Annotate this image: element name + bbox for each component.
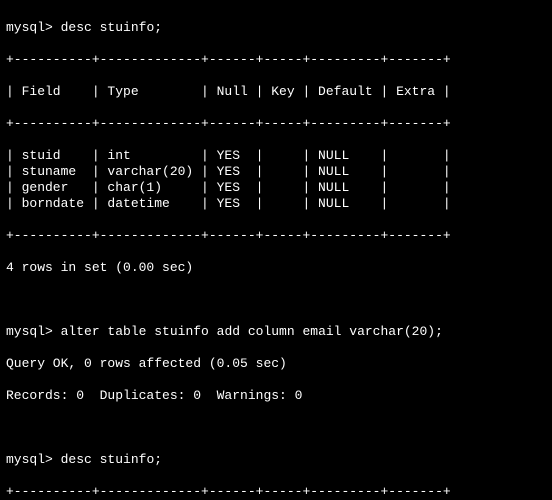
table1-border-top: +----------+-------------+------+-----+-… [6,52,546,68]
command-desc-2: desc stuinfo; [61,452,162,467]
table2-border-top: +----------+-------------+------+-----+-… [6,484,546,500]
command-alter: alter table stuinfo add column email var… [61,324,443,339]
blank-1 [6,292,546,308]
prompt-line-1[interactable]: mysql> desc stuinfo; [6,20,546,36]
prompt: mysql> [6,20,53,35]
blank-2 [6,420,546,436]
table1-border-bot: +----------+-------------+------+-----+-… [6,228,546,244]
alter-result-1: Query OK, 0 rows affected (0.05 sec) [6,356,546,372]
command-desc-1: desc stuinfo; [61,20,162,35]
terminal-output: mysql> desc stuinfo; +----------+-------… [0,0,552,500]
table1-body: | stuid | int | YES | | NULL | || stunam… [6,148,546,212]
table-row: | stuname | varchar(20) | YES | | NULL |… [6,164,546,180]
table1-footer: 4 rows in set (0.00 sec) [6,260,546,276]
alter-result-2: Records: 0 Duplicates: 0 Warnings: 0 [6,388,546,404]
table-row: | stuid | int | YES | | NULL | | [6,148,546,164]
table-row: | gender | char(1) | YES | | NULL | | [6,180,546,196]
prompt-line-3[interactable]: mysql> desc stuinfo; [6,452,546,468]
table1-border-mid: +----------+-------------+------+-----+-… [6,116,546,132]
prompt: mysql> [6,452,53,467]
prompt-line-2[interactable]: mysql> alter table stuinfo add column em… [6,324,546,340]
table1-header: | Field | Type | Null | Key | Default | … [6,84,546,100]
prompt: mysql> [6,324,53,339]
table-row: | borndate | datetime | YES | | NULL | | [6,196,546,212]
